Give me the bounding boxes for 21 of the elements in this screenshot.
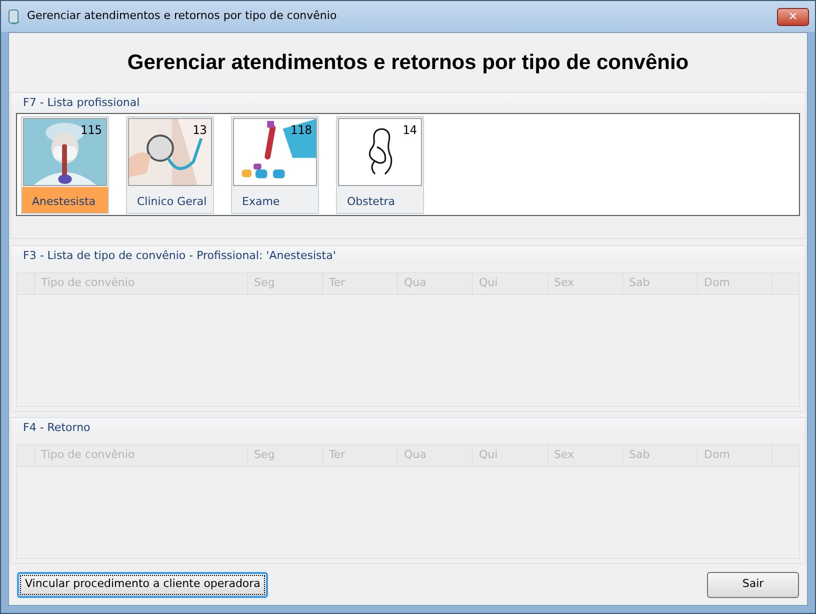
count-label: 115 [80,122,102,138]
panel-title: F4 - Retorno [11,418,805,438]
card-label: Clinico Geral [136,194,208,210]
window-title: Gerenciar atendimentos e retornos por tipo de convênio [27,8,338,24]
action-button[interactable]: Sair [707,572,799,598]
card-label: Obstetra [346,194,396,210]
profession-card[interactable]: 13 Clinico Geral [126,116,214,214]
close-button[interactable]: ✕ [777,8,809,26]
page-heading: Gerenciar atendimentos e retornos por tipo de convênio [127,50,689,76]
card-label: Anestesista [22,186,108,212]
profession-card[interactable]: 115 Anestesista [21,116,109,214]
count-label: 14 [402,122,417,138]
card-label: Exame [241,194,281,210]
panel-title: F7 - Lista profissional [11,93,805,113]
panel-title: F3 - Lista de tipo de convênio - Profissional: 'Anestesista' [11,246,805,266]
count-label: 13 [192,122,207,138]
count-label: 118 [290,122,312,138]
action-button[interactable]: Vincular procedimento a cliente operadora [17,572,268,598]
profession-card[interactable]: 118 Exame [231,116,319,214]
profession-card[interactable]: 14 Obstetra [336,116,424,214]
app-icon [7,8,21,24]
